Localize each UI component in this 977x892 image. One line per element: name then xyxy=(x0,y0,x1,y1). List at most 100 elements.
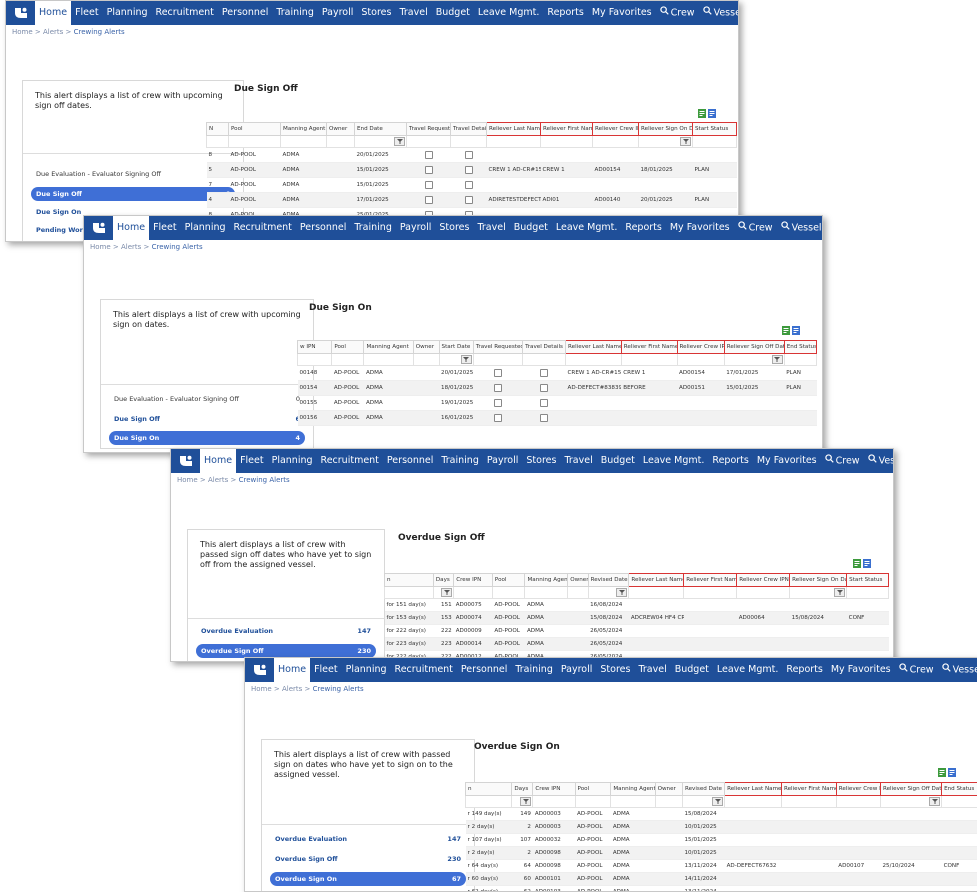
column-filter-cell[interactable] xyxy=(568,587,588,599)
export-excel-icon[interactable] xyxy=(698,103,706,122)
table-row[interactable]: 7AD-POOLADMA15/01/2025 xyxy=(207,178,737,193)
alert-type-item[interactable]: Due Sign On4 xyxy=(109,431,305,445)
alert-type-item[interactable]: Overdue Evaluation147 xyxy=(270,832,466,846)
row-checkbox[interactable] xyxy=(465,196,473,204)
table-row[interactable]: 4AD-POOLADMA17/01/2025ADIRETESTDEFECT.AD… xyxy=(207,193,737,208)
column-filter-cell[interactable] xyxy=(942,796,977,808)
column-filter-cell[interactable] xyxy=(621,354,677,366)
nav-item-payroll[interactable]: Payroll xyxy=(557,658,597,682)
nav-item-training[interactable]: Training xyxy=(350,216,396,240)
column-header[interactable]: Reliever Sign On Date xyxy=(790,574,847,587)
nav-vessel-search[interactable]: Vessel xyxy=(864,449,894,473)
export-excel-icon[interactable] xyxy=(938,762,946,781)
alert-type-item[interactable]: Due Sign Off6 xyxy=(109,412,305,426)
table-row[interactable]: r 2 day(s)2AD00098AD-POOLADMA10/01/2025 xyxy=(466,847,977,860)
export-pdf-icon[interactable] xyxy=(863,553,871,572)
column-filter-cell[interactable] xyxy=(677,354,724,366)
column-header[interactable]: n xyxy=(466,783,512,796)
column-header[interactable]: End Status xyxy=(784,341,816,354)
column-filter-cell[interactable] xyxy=(847,587,889,599)
table-row[interactable]: 5AD-POOLADMA15/01/2025CREW 1 AD-CR#15:CR… xyxy=(207,163,737,178)
table-row[interactable]: 8AD-POOLADMA20/01/2025 xyxy=(207,148,737,163)
column-filter-cell[interactable] xyxy=(880,796,941,808)
column-filter-cell[interactable] xyxy=(298,354,332,366)
column-filter-cell[interactable] xyxy=(588,587,629,599)
table-row[interactable]: r 149 day(s)149AD00003AD-POOLADMA15/08/2… xyxy=(466,808,977,821)
alert-type-item[interactable]: Overdue Sign Off230 xyxy=(196,644,376,658)
nav-item-reports[interactable]: Reports xyxy=(543,1,587,25)
breadcrumb-alerts[interactable]: Alerts xyxy=(208,476,228,484)
nav-item-travel[interactable]: Travel xyxy=(395,1,431,25)
nav-item-recruitment[interactable]: Recruitment xyxy=(391,658,457,682)
nav-item-stores[interactable]: Stores xyxy=(522,449,560,473)
nav-item-home[interactable]: Home xyxy=(35,1,71,25)
column-header[interactable]: Manning Agent xyxy=(281,123,327,136)
filter-icon[interactable] xyxy=(712,797,723,806)
table-row[interactable]: for 153 day(s)153AD00074AD-POOLADMA15/08… xyxy=(385,612,889,625)
nav-item-my-favorites[interactable]: My Favorites xyxy=(827,658,895,682)
app-logo-icon[interactable] xyxy=(177,453,195,469)
row-checkbox[interactable] xyxy=(465,181,473,189)
column-header[interactable]: Owner xyxy=(568,574,588,587)
column-header[interactable]: Reliever Sign On Date xyxy=(639,123,693,136)
column-header[interactable]: Reliever First Name xyxy=(621,341,677,354)
column-header[interactable]: Reliever First Name xyxy=(541,123,593,136)
column-header[interactable]: Manning Agent xyxy=(525,574,568,587)
column-filter-cell[interactable] xyxy=(575,796,611,808)
column-header[interactable]: Travel Requested xyxy=(473,341,522,354)
app-logo-icon[interactable] xyxy=(90,220,108,236)
column-header[interactable]: Owner xyxy=(413,341,439,354)
filter-icon[interactable] xyxy=(929,797,940,806)
filter-icon[interactable] xyxy=(441,588,452,597)
row-checkbox[interactable] xyxy=(540,384,548,392)
column-header[interactable]: Pool xyxy=(229,123,281,136)
column-header[interactable]: Pool xyxy=(575,783,611,796)
nav-item-training[interactable]: Training xyxy=(437,449,483,473)
table-row[interactable]: r 62 day(s)62AD00103AD-POOLADMA13/11/202… xyxy=(466,886,977,892)
nav-item-travel[interactable]: Travel xyxy=(473,216,509,240)
column-header[interactable]: End Date xyxy=(355,123,407,136)
nav-item-fleet[interactable]: Fleet xyxy=(310,658,342,682)
column-header[interactable]: n xyxy=(385,574,434,587)
export-excel-icon[interactable] xyxy=(853,553,861,572)
column-header[interactable]: Start Status xyxy=(693,123,737,136)
column-filter-cell[interactable] xyxy=(682,796,724,808)
export-pdf-icon[interactable] xyxy=(708,103,716,122)
table-row[interactable]: 00154AD-POOLADMA18/01/2025AD-DEFECT#8383… xyxy=(298,381,817,396)
row-checkbox[interactable] xyxy=(425,166,433,174)
column-header[interactable]: Start Status xyxy=(847,574,889,587)
column-header[interactable]: Reliever Crew IPN xyxy=(836,783,880,796)
column-filter-cell[interactable] xyxy=(629,587,684,599)
column-header[interactable]: Reliever Last Name xyxy=(566,341,622,354)
row-checkbox[interactable] xyxy=(540,369,548,377)
row-checkbox[interactable] xyxy=(465,166,473,174)
nav-item-planning[interactable]: Planning xyxy=(181,216,230,240)
row-checkbox[interactable] xyxy=(425,151,433,159)
row-checkbox[interactable] xyxy=(540,399,548,407)
nav-item-my-favorites[interactable]: My Favorites xyxy=(753,449,821,473)
column-filter-cell[interactable] xyxy=(593,136,639,148)
column-filter-cell[interactable] xyxy=(566,354,622,366)
nav-item-recruitment[interactable]: Recruitment xyxy=(317,449,383,473)
alert-type-item[interactable]: Overdue Evaluation147 xyxy=(196,624,376,638)
column-filter-cell[interactable] xyxy=(836,796,880,808)
nav-item-travel[interactable]: Travel xyxy=(560,449,596,473)
row-checkbox[interactable] xyxy=(494,414,502,422)
column-filter-cell[interactable] xyxy=(655,796,682,808)
filter-icon[interactable] xyxy=(394,137,405,146)
nav-item-leave-mgmt[interactable]: Leave Mgmt. xyxy=(474,1,544,25)
column-filter-cell[interactable] xyxy=(725,796,782,808)
column-filter-cell[interactable] xyxy=(207,136,229,148)
nav-item-reports[interactable]: Reports xyxy=(708,449,752,473)
filter-icon[interactable] xyxy=(616,588,627,597)
column-header[interactable]: Reliever Last Name xyxy=(725,783,782,796)
column-filter-cell[interactable] xyxy=(229,136,281,148)
column-header[interactable]: Travel Details xyxy=(523,341,566,354)
column-filter-cell[interactable] xyxy=(737,587,790,599)
nav-vessel-search[interactable]: Vessel xyxy=(699,1,739,25)
table-row[interactable]: for 223 day(s)223AD00014AD-POOLADMA26/05… xyxy=(385,638,889,651)
column-filter-cell[interactable] xyxy=(413,354,439,366)
row-checkbox[interactable] xyxy=(540,414,548,422)
nav-item-fleet[interactable]: Fleet xyxy=(71,1,103,25)
column-filter-cell[interactable] xyxy=(433,587,453,599)
